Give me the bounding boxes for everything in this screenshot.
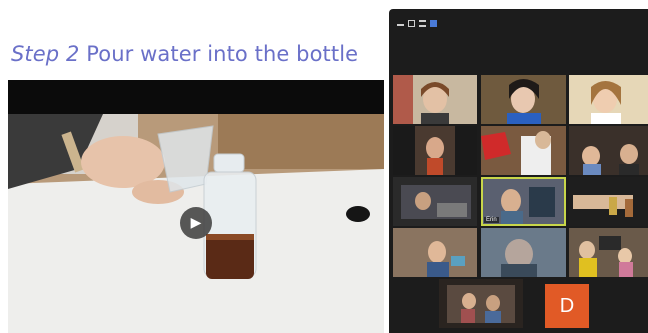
minimize-icon[interactable] [397, 21, 404, 26]
participant-video [569, 177, 648, 226]
play-icon: ▶ [190, 215, 202, 231]
demo-video[interactable]: ▶ [8, 80, 384, 333]
participant-tile[interactable] [393, 228, 477, 277]
maximize-icon[interactable] [408, 19, 415, 27]
participant-video [569, 75, 648, 124]
participant-tile[interactable] [393, 75, 477, 124]
participant-tile[interactable] [393, 126, 477, 175]
participant-video [393, 126, 477, 175]
list-view-icon[interactable] [419, 19, 426, 27]
participant-tile[interactable] [481, 228, 566, 277]
participant-name: Erin [484, 217, 499, 223]
participant-tile[interactable] [439, 279, 523, 328]
participant-video [481, 75, 566, 124]
slide-title-text: Pour water into the bottle [86, 42, 359, 66]
participant-video [569, 126, 648, 175]
participant-video [569, 228, 648, 277]
participant-video [393, 228, 477, 277]
gallery-toolbar [397, 17, 437, 29]
participant-avatar[interactable]: D [545, 284, 589, 328]
participant-tile-active[interactable]: Erin [481, 177, 566, 226]
slide-panel: Step 2 Pour water into the bottle ▶ [0, 0, 392, 333]
participant-tile[interactable] [569, 177, 648, 226]
participant-video [393, 75, 477, 124]
play-button[interactable]: ▶ [180, 207, 212, 239]
participant-video [481, 126, 566, 175]
participant-video [481, 228, 566, 277]
avatar-initial: D [559, 294, 575, 317]
participant-video [393, 177, 477, 226]
participant-video [439, 279, 523, 328]
participant-tile[interactable] [569, 75, 648, 124]
participant-tile[interactable] [569, 126, 648, 175]
participant-tile[interactable] [393, 177, 477, 226]
participant-tile[interactable] [569, 228, 648, 277]
participant-tile[interactable] [481, 126, 566, 175]
grid-view-icon[interactable] [430, 19, 437, 27]
slide-title-step: Step 2 [11, 42, 80, 66]
slide-title: Step 2 Pour water into the bottle [11, 42, 358, 66]
participant-tile[interactable] [481, 75, 566, 124]
